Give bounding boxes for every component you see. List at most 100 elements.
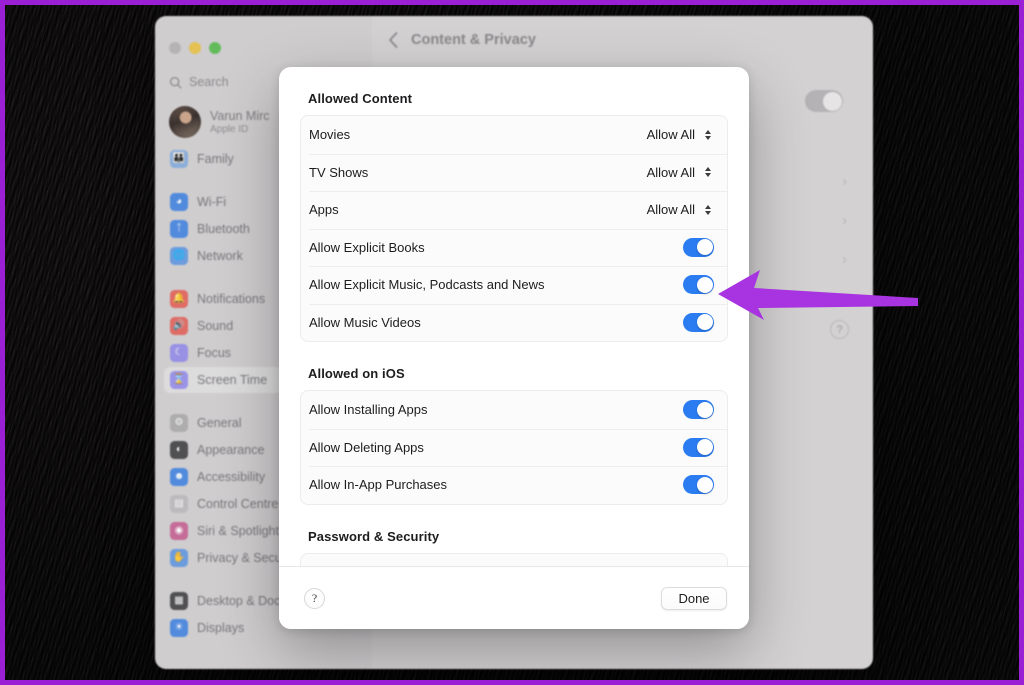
done-button[interactable]: Done [661, 586, 727, 610]
toggle-knob [696, 439, 713, 456]
sheet-footer: ? Done [279, 566, 749, 629]
general-icon: ⚙ [170, 414, 188, 432]
sidebar-item-label: General [197, 416, 242, 430]
section-title-allowed-on-ios: Allowed on iOS [308, 366, 405, 381]
toggle-knob [696, 401, 713, 418]
privacy-icon: ✋ [170, 549, 188, 567]
allowed-content-sheet: Allowed Content Movies Allow All TV Show… [279, 67, 749, 629]
appearance-icon: ◐ [170, 441, 188, 459]
row-allow-explicit-books[interactable]: Allow Explicit Books [301, 228, 727, 267]
toggle-knob [696, 239, 713, 256]
desktop-dock-icon: ▦ [170, 592, 188, 610]
sidebar-item-label: Displays [197, 621, 245, 635]
window-traffic-lights [155, 24, 372, 60]
bluetooth-icon: ᛏ [170, 220, 188, 238]
row-allow-installing-apps[interactable]: Allow Installing Apps [301, 391, 727, 429]
allow-music-videos-toggle[interactable] [683, 312, 714, 332]
allow-explicit-music-toggle[interactable] [683, 275, 714, 295]
allow-in-app-purchases-toggle[interactable] [683, 475, 714, 495]
popup-value: Allow All [646, 164, 695, 180]
apps-rating-popup[interactable]: Allow All [647, 202, 714, 218]
help-button[interactable]: ? [304, 587, 325, 609]
detail-disclosure-row[interactable]: › [817, 212, 847, 229]
password-security-card [300, 552, 728, 566]
account-subtitle: Apple ID [210, 123, 249, 135]
page-title: Content & Privacy [411, 32, 536, 48]
row-label: Allow Explicit Music, Podcasts and News [309, 277, 545, 293]
chevron-up-down-icon [701, 202, 714, 218]
detail-disclosure-row[interactable]: › [817, 251, 847, 268]
row-label: Movies [309, 127, 351, 143]
popup-value: Allow All [646, 127, 695, 143]
popup-value: Allow All [646, 202, 695, 218]
allow-deleting-apps-toggle[interactable] [683, 437, 714, 457]
sound-icon: 🔊 [170, 317, 188, 335]
tv-shows-rating-popup[interactable]: Allow All [647, 164, 714, 180]
row-label: Allow In-App Purchases [309, 477, 448, 493]
sidebar-item-label: Focus [197, 346, 232, 360]
focus-icon: ☾ [170, 344, 188, 362]
screen-time-icon: ⌛ [170, 371, 188, 389]
siri-icon: ◉ [170, 522, 188, 540]
accessibility-icon: ☻ [170, 468, 188, 486]
sidebar-item-label: Wi-Fi [197, 195, 227, 209]
row-apps[interactable]: Apps Allow All [301, 191, 727, 229]
chevron-right-icon: › [842, 212, 847, 229]
sidebar-item-label: Appearance [197, 443, 265, 457]
close-window-button[interactable] [169, 42, 181, 54]
content-privacy-master-toggle[interactable] [805, 90, 843, 112]
chevron-up-down-icon [701, 127, 714, 143]
search-icon [169, 76, 182, 88]
minimize-window-button[interactable] [189, 42, 201, 54]
row-label: TV Shows [309, 164, 369, 180]
network-icon: 🌐 [170, 247, 188, 265]
toggle-knob [822, 91, 842, 111]
sidebar-item-label: Bluetooth [197, 222, 250, 236]
row-label: Allow Deleting Apps [309, 439, 424, 455]
avatar [169, 106, 201, 138]
control-centre-icon: ▤ [170, 495, 188, 513]
toggle-knob [696, 476, 713, 493]
wifi-icon: ◕ [170, 193, 188, 211]
row-label: Allow Explicit Books [309, 239, 425, 255]
chevron-right-icon: › [842, 290, 847, 307]
allow-explicit-books-toggle[interactable] [683, 237, 714, 257]
row-label: Allow Music Videos [309, 314, 421, 330]
account-name: Varun Mirc [210, 108, 270, 123]
row-allow-explicit-music[interactable]: Allow Explicit Music, Podcasts and News [301, 266, 727, 304]
sidebar-item-label: Network [197, 249, 243, 263]
section-title-password-security: Password & Security [308, 528, 440, 544]
zoom-window-button[interactable] [209, 42, 221, 54]
family-icon: 👪 [170, 150, 188, 168]
sidebar-item-label: Sound [197, 319, 234, 333]
detail-titlebar: Content & Privacy [372, 16, 873, 64]
chevron-up-down-icon [701, 164, 714, 180]
row-allow-deleting-apps[interactable]: Allow Deleting Apps [301, 428, 727, 467]
sidebar-item-label: Desktop & Dock [197, 594, 287, 608]
sheet-scroll-area[interactable]: Allowed Content Movies Allow All TV Show… [279, 67, 749, 566]
sidebar-item-label: Family [197, 152, 234, 166]
chevron-left-icon[interactable] [388, 31, 399, 49]
row-label: Apps [309, 202, 339, 218]
allowed-on-ios-card: Allow Installing Apps Allow Deleting App… [300, 390, 728, 505]
chevron-right-icon: › [842, 251, 847, 268]
movies-rating-popup[interactable]: Allow All [647, 127, 714, 143]
row-label: Allow Installing Apps [309, 402, 428, 418]
toggle-knob [696, 314, 713, 331]
row-movies[interactable]: Movies Allow All [301, 116, 727, 154]
toggle-knob [696, 276, 713, 293]
sidebar-item-label: Notifications [197, 292, 266, 306]
section-title-allowed-content: Allowed Content [308, 91, 413, 106]
sidebar-item-label: Accessibility [197, 470, 266, 484]
displays-icon: ☀ [170, 619, 188, 637]
row-allow-music-videos[interactable]: Allow Music Videos [301, 303, 727, 342]
row-allow-in-app-purchases[interactable]: Allow In-App Purchases [301, 466, 727, 504]
detail-help-button[interactable]: ? [830, 320, 849, 339]
allow-installing-apps-toggle[interactable] [683, 400, 714, 420]
sidebar-item-label: Siri & Spotlight [197, 524, 279, 538]
notifications-icon: 🔔 [170, 290, 188, 308]
sidebar-search-placeholder: Search [189, 75, 229, 89]
detail-disclosure-row[interactable]: › [817, 173, 847, 190]
row-tv-shows[interactable]: TV Shows Allow All [301, 153, 727, 192]
detail-disclosure-row[interactable]: › [817, 290, 847, 307]
